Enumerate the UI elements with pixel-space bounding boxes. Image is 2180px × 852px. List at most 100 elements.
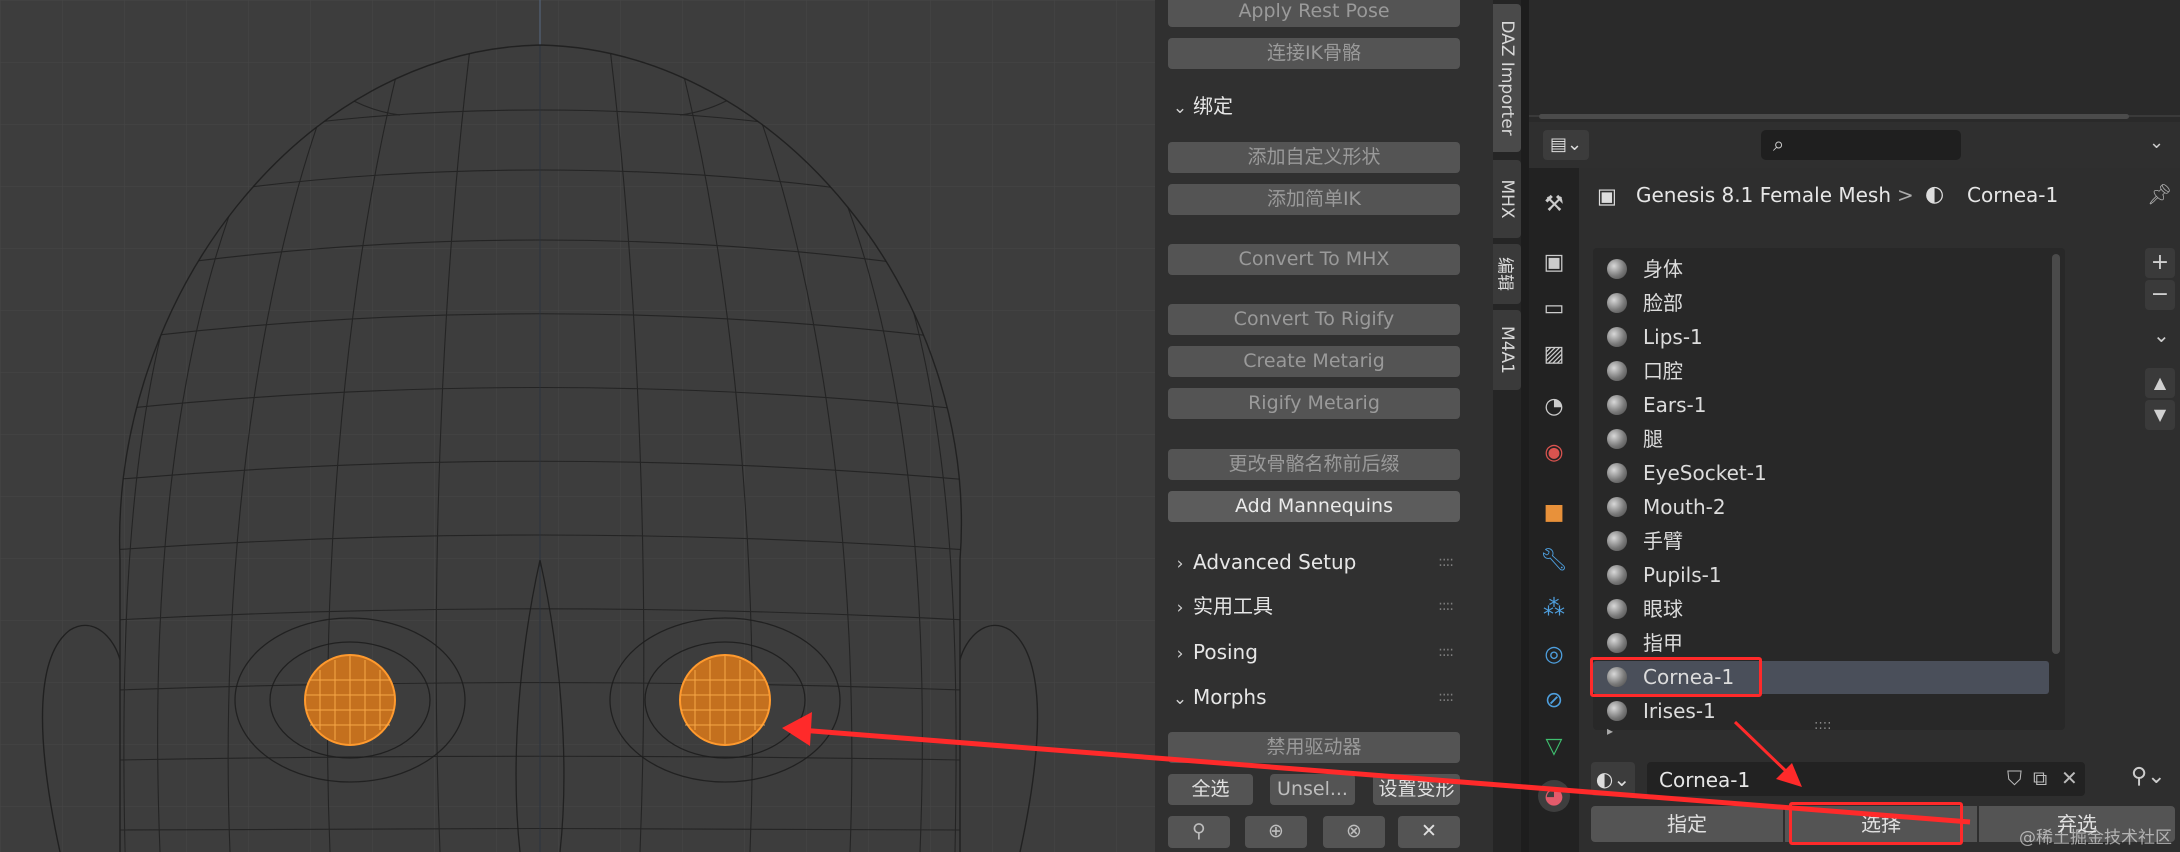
set-morph-button[interactable]: 设置变形: [1373, 774, 1460, 805]
3d-viewport[interactable]: [0, 0, 1155, 852]
material-ball-icon: [1607, 701, 1627, 721]
material-ball-icon: [1607, 293, 1627, 313]
particles-icon[interactable]: ⁂: [1538, 592, 1570, 624]
advanced-setup-section[interactable]: › Advanced Setup ::::: [1155, 540, 1475, 584]
add-slot-button[interactable]: +: [2145, 248, 2175, 278]
material-ball-icon: [1607, 395, 1627, 415]
tab-edit[interactable]: 编辑: [1493, 244, 1521, 304]
bind-section-label: 绑定: [1193, 94, 1233, 118]
slot-label: EyeSocket-1: [1643, 461, 1767, 485]
convert-to-mhx-button[interactable]: Convert To MHX: [1168, 244, 1460, 275]
area-separator[interactable]: [1521, 0, 1529, 852]
add-key-icon-button[interactable]: ⊕: [1245, 816, 1307, 848]
drag-grip-icon[interactable]: ::::: [1438, 540, 1454, 584]
material-ball-icon: [1607, 531, 1627, 551]
list-item[interactable]: 脸部: [1593, 287, 2049, 320]
drag-grip-icon[interactable]: ::::: [1438, 630, 1454, 674]
bone-key-icon-button[interactable]: ⚲: [1168, 816, 1230, 848]
sidebar-vertical-tabs: DAZ Importer MHX 编辑 M4A1: [1493, 0, 1521, 852]
slot-label: 口腔: [1643, 359, 1683, 383]
search-input[interactable]: ⌕: [1761, 130, 1961, 160]
pin-icon[interactable]: 📌︎: [2147, 182, 2172, 206]
list-item[interactable]: 眼球: [1593, 593, 2049, 626]
disable-drivers-button[interactable]: 禁用驱动器: [1168, 732, 1460, 763]
scene-icon[interactable]: ◔: [1538, 390, 1570, 422]
browse-material-icon[interactable]: ◐⌄: [1591, 762, 1635, 796]
list-item[interactable]: Ears-1: [1593, 389, 2049, 422]
constraints-icon[interactable]: ⊘: [1538, 684, 1570, 716]
scrollbar[interactable]: [1539, 114, 2129, 119]
wireframe-head-view[interactable]: [0, 0, 1155, 852]
posing-section[interactable]: › Posing ::::: [1155, 630, 1475, 674]
object-icon[interactable]: ■: [1538, 496, 1570, 528]
utilities-section[interactable]: › 实用工具 ::::: [1155, 584, 1475, 628]
duplicate-icon[interactable]: ⧉: [2033, 766, 2047, 790]
list-scrollbar[interactable]: [2052, 254, 2060, 654]
cornea-left[interactable]: [304, 654, 396, 746]
tab-m4a1[interactable]: M4A1: [1493, 310, 1521, 390]
material-ball-icon: [1607, 361, 1627, 381]
drag-grip-icon[interactable]: ::::: [1438, 675, 1454, 719]
fake-user-shield-icon[interactable]: ⛉: [2007, 766, 2022, 790]
remove-slot-button[interactable]: −: [2145, 280, 2175, 310]
add-simple-ik-button[interactable]: 添加简单IK: [1168, 184, 1460, 215]
link-mode-icon[interactable]: ⚲⌄: [2131, 764, 2166, 789]
output-icon[interactable]: ▭: [1538, 292, 1570, 324]
morphs-section[interactable]: ⌄ Morphs ::::: [1155, 675, 1475, 719]
slot-label: Pupils-1: [1643, 563, 1722, 587]
close-icon[interactable]: ✕: [1398, 816, 1460, 848]
tab-mhx[interactable]: MHX: [1493, 160, 1521, 238]
move-down-button[interactable]: ▼: [2145, 400, 2175, 430]
physics-icon[interactable]: ◎: [1538, 638, 1570, 670]
list-item[interactable]: 指甲: [1593, 627, 2049, 660]
chevron-down-icon[interactable]: ⌄: [2149, 132, 2164, 153]
list-item[interactable]: 腿: [1593, 423, 2049, 456]
select-all-button[interactable]: 全选: [1168, 774, 1253, 805]
mesh-data-icon[interactable]: ▽: [1538, 730, 1570, 762]
material-icon[interactable]: ◕: [1538, 780, 1570, 812]
material-ball-icon: [1607, 463, 1627, 483]
breadcrumb-separator: >: [1897, 183, 1914, 207]
convert-to-rigify-button[interactable]: Convert To Rigify: [1168, 304, 1460, 335]
tool-icon[interactable]: ⚒: [1538, 188, 1570, 220]
unselect-button[interactable]: Unsel...: [1270, 774, 1355, 805]
list-item[interactable]: EyeSocket-1: [1593, 457, 2049, 490]
unlink-close-icon[interactable]: ✕: [2061, 766, 2078, 790]
editor-type-icon[interactable]: ▤⌄: [1543, 130, 1589, 160]
slot-label: Mouth-2: [1643, 495, 1726, 519]
material-ball-icon: [1607, 327, 1627, 347]
expand-triangle-icon[interactable]: ▸: [1607, 724, 1613, 738]
connect-ik-bones-button[interactable]: 连接IK骨骼: [1168, 38, 1460, 69]
morphs-label: Morphs: [1193, 685, 1267, 709]
rename-bone-affixes-button[interactable]: 更改骨骼名称前后缀: [1168, 449, 1460, 480]
world-icon[interactable]: ◉: [1538, 436, 1570, 468]
tab-daz-importer[interactable]: DAZ Importer: [1493, 4, 1521, 152]
list-item[interactable]: Lips-1: [1593, 321, 2049, 354]
assign-button[interactable]: 指定: [1591, 806, 1783, 842]
material-name-field[interactable]: Cornea-1 ⛉ ⧉ ✕: [1647, 762, 2085, 796]
view-layer-icon[interactable]: ▨: [1538, 338, 1570, 370]
list-item[interactable]: 口腔: [1593, 355, 2049, 388]
slot-label: 眼球: [1643, 597, 1683, 621]
highlight-select-button: [1789, 802, 1963, 845]
resize-grip-icon[interactable]: ::::: [1814, 718, 1832, 733]
list-item[interactable]: 手臂: [1593, 525, 2049, 558]
list-item[interactable]: Pupils-1: [1593, 559, 2049, 592]
modifier-wrench-icon[interactable]: 🔧︎: [1538, 544, 1570, 576]
specials-menu-icon[interactable]: ⌄: [2153, 323, 2170, 347]
tab-label: M4A1: [1497, 326, 1517, 374]
remove-key-icon-button[interactable]: ⊗: [1323, 816, 1385, 848]
render-icon[interactable]: ▣: [1538, 246, 1570, 278]
move-up-button[interactable]: ▲: [2145, 368, 2175, 398]
list-item[interactable]: Mouth-2: [1593, 491, 2049, 524]
drag-grip-icon[interactable]: ::::: [1438, 584, 1454, 628]
add-mannequins-button[interactable]: Add Mannequins: [1168, 491, 1460, 522]
create-metarig-button[interactable]: Create Metarig: [1168, 346, 1460, 377]
rigify-metarig-button[interactable]: Rigify Metarig: [1168, 388, 1460, 419]
add-custom-shapes-button[interactable]: 添加自定义形状: [1168, 142, 1460, 173]
bind-section-header[interactable]: ⌄ 绑定: [1155, 84, 1475, 128]
apply-rest-pose-button[interactable]: Apply Rest Pose: [1168, 0, 1460, 27]
list-item[interactable]: 身体: [1593, 253, 2049, 286]
outliner-area: [1529, 0, 2180, 122]
cornea-right[interactable]: [679, 654, 771, 746]
